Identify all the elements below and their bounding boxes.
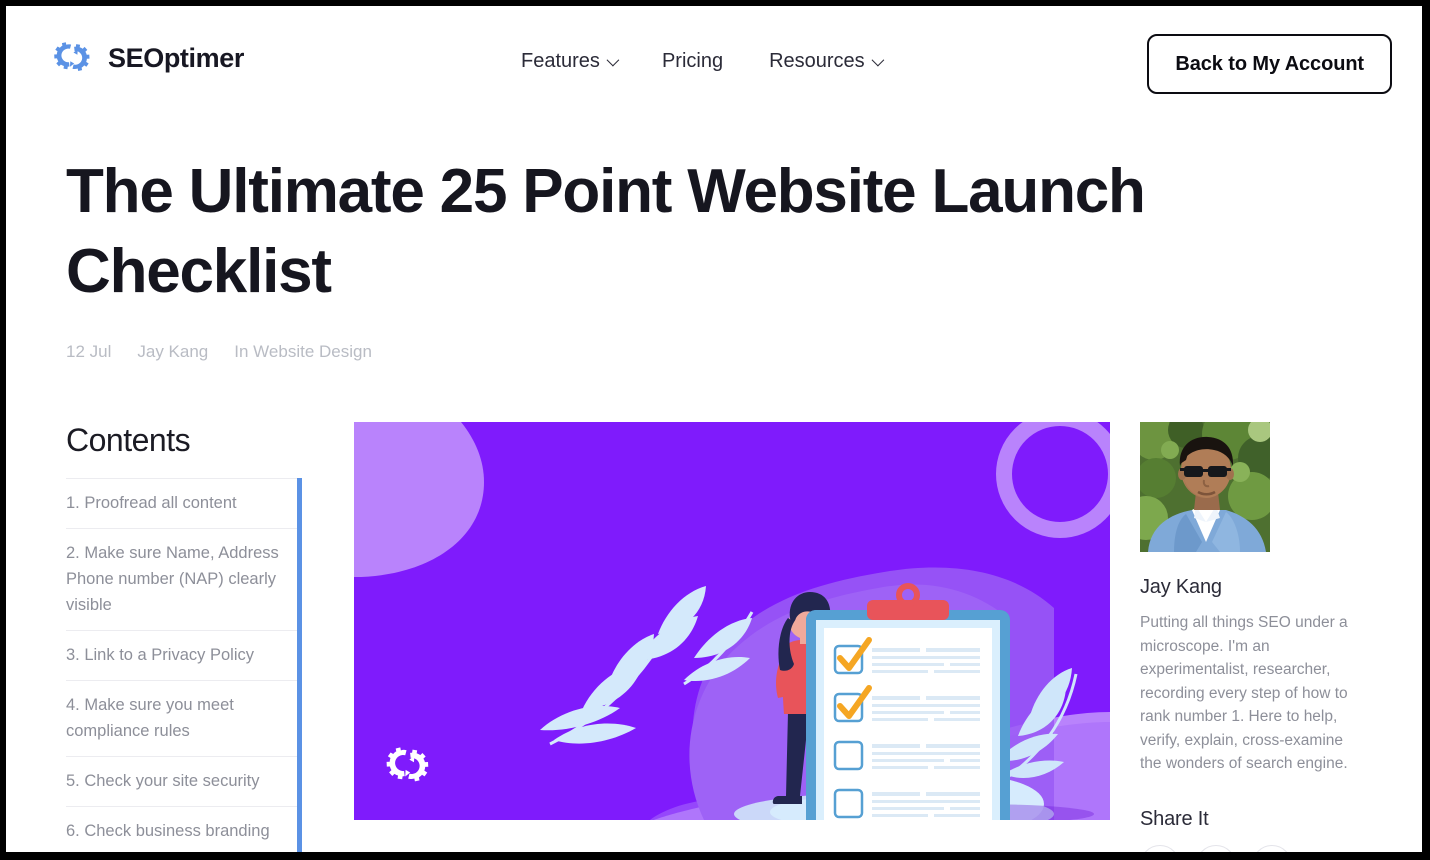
toc-item-4[interactable]: 4. Make sure you meet compliance rules [66, 680, 302, 756]
share-links [1140, 844, 1362, 852]
page-root: SEOptimer Features Pricing Resources Bac… [6, 6, 1422, 852]
nav-item-pricing-label: Pricing [661, 50, 724, 72]
toc-item-5[interactable]: 5. Check your site security [66, 756, 302, 806]
chevron-down-icon [871, 53, 884, 67]
back-to-my-account-button[interactable]: Back to My Account [1147, 34, 1392, 94]
toc-item-6[interactable]: 6. Check business branding [66, 806, 302, 852]
article-header: The Ultimate 25 Point Website Launch Che… [6, 116, 1422, 362]
page-title: The Ultimate 25 Point Website Launch Che… [66, 157, 1146, 306]
seoptimer-gear-logo-icon [54, 42, 90, 71]
chevron-down-icon [606, 53, 620, 67]
nav-item-resources[interactable]: Resources [769, 50, 884, 73]
hero-illustration [354, 422, 1110, 820]
article-category[interactable]: In Website Design [234, 342, 372, 362]
main-navigation: Features Pricing Resources [521, 50, 884, 73]
contents-list: 1. Proofread all content 2. Make sure Na… [66, 478, 302, 852]
author-name: Jay Kang [1140, 576, 1222, 598]
contents-heading: Contents [66, 422, 191, 458]
nav-item-features-label: Features [521, 50, 600, 72]
share-linkedin-button[interactable] [1252, 844, 1292, 852]
screenshot-frame: SEOptimer Features Pricing Resources Bac… [0, 0, 1430, 860]
share-facebook-button[interactable] [1140, 844, 1180, 852]
share-twitter-button[interactable] [1196, 844, 1236, 852]
author-sidebar: Jay Kang Putting all things SEO under a … [1110, 422, 1362, 852]
article-body: Contents 1. Proofread all content 2. Mak… [6, 422, 1422, 852]
article-meta: 12 Jul Jay Kang In Website Design [66, 342, 1362, 362]
article-author[interactable]: Jay Kang [137, 342, 208, 362]
toc-item-3[interactable]: 3. Link to a Privacy Policy [66, 630, 302, 680]
avatar [1140, 422, 1270, 552]
author-photo-image [1140, 422, 1270, 552]
toc-item-2[interactable]: 2. Make sure Name, Address Phone number … [66, 528, 302, 630]
author-bio: Putting all things SEO under a microscop… [1140, 614, 1348, 772]
share-heading: Share It [1140, 807, 1209, 830]
nav-item-resources-label: Resources [769, 50, 865, 72]
article-date: 12 Jul [66, 342, 112, 361]
toc-item-1[interactable]: 1. Proofread all content [66, 478, 302, 528]
hero-image [354, 422, 1110, 820]
contents-sidebar: Contents 1. Proofread all content 2. Mak… [66, 422, 326, 852]
nav-item-pricing[interactable]: Pricing [662, 50, 723, 73]
site-logo-text: SEOptimer [108, 42, 244, 73]
hero-figure [326, 422, 1110, 820]
site-logo[interactable]: SEOptimer [52, 38, 244, 78]
site-header: SEOptimer Features Pricing Resources Bac… [6, 6, 1422, 116]
nav-item-features[interactable]: Features [521, 50, 620, 73]
toc-progress-indicator[interactable] [297, 478, 302, 852]
